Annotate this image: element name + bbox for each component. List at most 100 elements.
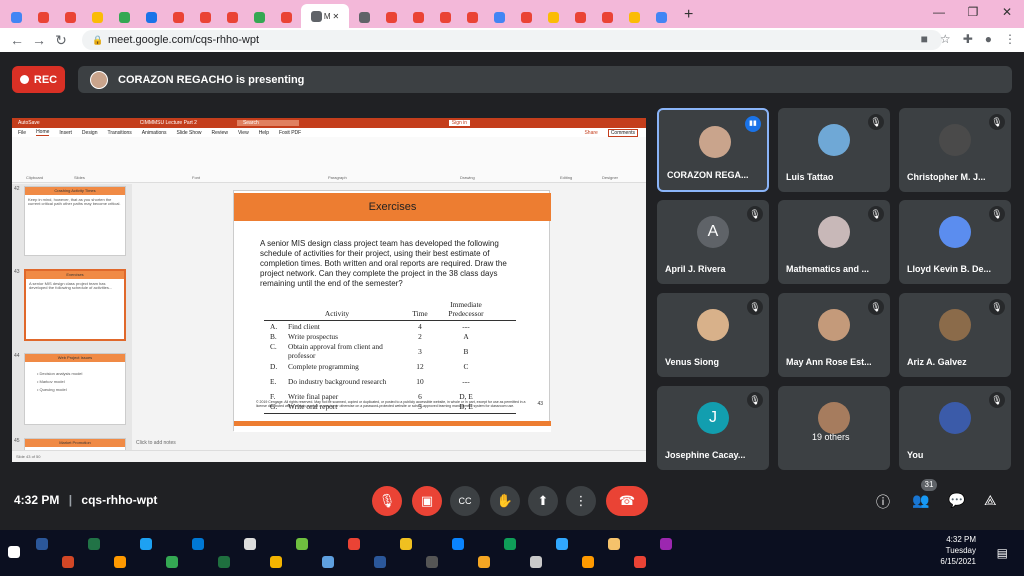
ppt-menu-review[interactable]: Review [212, 130, 228, 136]
taskbar-app-icon[interactable] [608, 538, 620, 550]
present-button[interactable]: ⬆ [528, 486, 558, 516]
browser-tab[interactable] [487, 6, 511, 28]
browser-tab[interactable] [514, 6, 538, 28]
taskbar-app-icon[interactable] [270, 556, 282, 568]
ppt-menu-design[interactable]: Design [82, 130, 98, 136]
extensions-icon[interactable]: ✚ [963, 32, 973, 46]
taskbar-app-icon[interactable] [556, 538, 568, 550]
taskbar-app-icon[interactable] [322, 556, 334, 568]
browser-tab[interactable] [31, 6, 55, 28]
browser-tab[interactable] [4, 6, 28, 28]
taskbar-app-icon[interactable] [452, 538, 464, 550]
participant-tile[interactable]: Venus Siong 🎙 [657, 293, 769, 377]
participant-tile[interactable]: Luis Tattao 🎙 [778, 108, 890, 192]
browser-tab[interactable] [460, 6, 484, 28]
close-window-button[interactable]: ✕ [990, 0, 1024, 24]
taskbar-app-icon[interactable] [296, 538, 308, 550]
browser-tab[interactable] [220, 6, 244, 28]
taskbar-app-icon[interactable] [530, 556, 542, 568]
participant-tile[interactable]: Lloyd Kevin B. De... 🎙 [899, 200, 1011, 284]
menu-icon[interactable]: ⋮ [1004, 32, 1016, 46]
notes-placeholder[interactable]: Click to add notes [136, 440, 176, 446]
raise-hand-button[interactable]: ✋ [490, 486, 520, 516]
browser-tab[interactable] [58, 6, 82, 28]
taskbar-app-icon[interactable] [400, 538, 412, 550]
people-icon[interactable]: 👥 [912, 492, 929, 509]
camera-icon[interactable]: ■ [921, 32, 928, 46]
taskbar-clock[interactable]: 4:32 PM Tuesday 6/15/2021 [940, 534, 976, 567]
browser-tab[interactable] [406, 6, 430, 28]
browser-tab[interactable] [595, 6, 619, 28]
taskbar-app-icon[interactable] [504, 538, 516, 550]
taskbar-app-icon[interactable] [192, 538, 204, 550]
participant-tile[interactable]: 19 others [778, 386, 890, 470]
browser-tab[interactable] [85, 6, 109, 28]
browser-tab[interactable] [568, 6, 592, 28]
back-icon[interactable]: ← [6, 32, 28, 48]
ppt-menu-home[interactable]: Home [36, 129, 50, 136]
windows-start-icon[interactable] [8, 546, 20, 558]
ppt-menu-insert[interactable]: Insert [59, 130, 72, 136]
info-icon[interactable]: ⓘ [876, 492, 890, 512]
new-tab-button[interactable]: + [684, 6, 693, 24]
taskbar-app-icon[interactable] [582, 556, 594, 568]
taskbar-app-icon[interactable] [244, 538, 256, 550]
thumb-42[interactable]: Crashing Activity Times Keep in mind, ho… [24, 186, 126, 256]
browser-tab[interactable] [352, 6, 376, 28]
taskbar-app-icon[interactable] [88, 538, 100, 550]
forward-icon[interactable]: → [28, 32, 50, 48]
ppt-share-button[interactable]: Share [584, 130, 597, 136]
participant-tile[interactable]: Christopher M. J... 🎙 [899, 108, 1011, 192]
ppt-menu-file[interactable]: File [18, 130, 26, 136]
star-icon[interactable]: ☆ [940, 32, 951, 46]
taskbar-app-icon[interactable] [634, 556, 646, 568]
ppt-menu-help[interactable]: Help [259, 130, 269, 136]
tab-google-meet-active[interactable]: M ✕ [301, 4, 349, 28]
taskbar-app-icon[interactable] [114, 556, 126, 568]
ppt-menu-transitions[interactable]: Transitions [108, 130, 132, 136]
taskbar-app-icon[interactable] [374, 556, 386, 568]
ppt-menu-view[interactable]: View [238, 130, 249, 136]
ppt-menu-foxit-pdf[interactable]: Foxit PDF [279, 130, 301, 136]
notifications-icon[interactable]: ▤ [997, 546, 1008, 560]
participant-tile[interactable]: You 🎙 [899, 386, 1011, 470]
participant-tile[interactable]: A April J. Rivera 🎙 [657, 200, 769, 284]
taskbar-app-icon[interactable] [426, 556, 438, 568]
browser-tab[interactable] [166, 6, 190, 28]
leave-call-button[interactable]: ☎ [606, 486, 648, 516]
reload-icon[interactable]: ↻ [50, 32, 72, 49]
restore-button[interactable]: ❐ [956, 0, 990, 24]
ppt-menu-animations[interactable]: Animations [142, 130, 167, 136]
mic-off-button[interactable]: 🎙 [372, 486, 402, 516]
thumb-43[interactable]: Exercises A senior MIS design class proj… [24, 269, 126, 341]
browser-tab[interactable] [541, 6, 565, 28]
browser-tab[interactable] [139, 6, 163, 28]
browser-tab[interactable] [649, 6, 673, 28]
ppt-menu-slide-show[interactable]: Slide Show [177, 130, 202, 136]
taskbar-app-icon[interactable] [218, 556, 230, 568]
chat-icon[interactable]: 💬 [948, 492, 965, 509]
browser-tab[interactable] [433, 6, 457, 28]
activities-icon[interactable]: ⟁ [984, 492, 997, 509]
taskbar-app-icon[interactable] [166, 556, 178, 568]
browser-tab[interactable] [112, 6, 136, 28]
taskbar-app-icon[interactable] [62, 556, 74, 568]
participant-tile[interactable]: Mathematics and ... 🎙 [778, 200, 890, 284]
tab-close-icon[interactable]: ✕ [332, 12, 339, 21]
captions-button[interactable]: CC [450, 486, 480, 516]
taskbar-app-icon[interactable] [478, 556, 490, 568]
url-field[interactable]: 🔒 meet.google.com/cqs-rhho-wpt [82, 30, 942, 50]
participant-tile[interactable]: Ariz A. Galvez 🎙 [899, 293, 1011, 377]
minimize-button[interactable]: — [922, 0, 956, 24]
profile-icon[interactable]: ● [985, 32, 992, 46]
thumb-44[interactable]: Web Project Issues • Decision analysis m… [24, 353, 126, 425]
ppt-comments-button[interactable]: Comments [607, 128, 638, 137]
browser-tab[interactable] [274, 6, 298, 28]
participant-tile[interactable]: May Ann Rose Est... 🎙 [778, 293, 890, 377]
camera-off-button[interactable]: ▣ [412, 486, 442, 516]
taskbar-app-icon[interactable] [36, 538, 48, 550]
participant-tile[interactable]: CORAZON REGA... ▮▮ [657, 108, 769, 192]
browser-tab[interactable] [379, 6, 403, 28]
browser-tab[interactable] [622, 6, 646, 28]
browser-tab[interactable] [247, 6, 271, 28]
